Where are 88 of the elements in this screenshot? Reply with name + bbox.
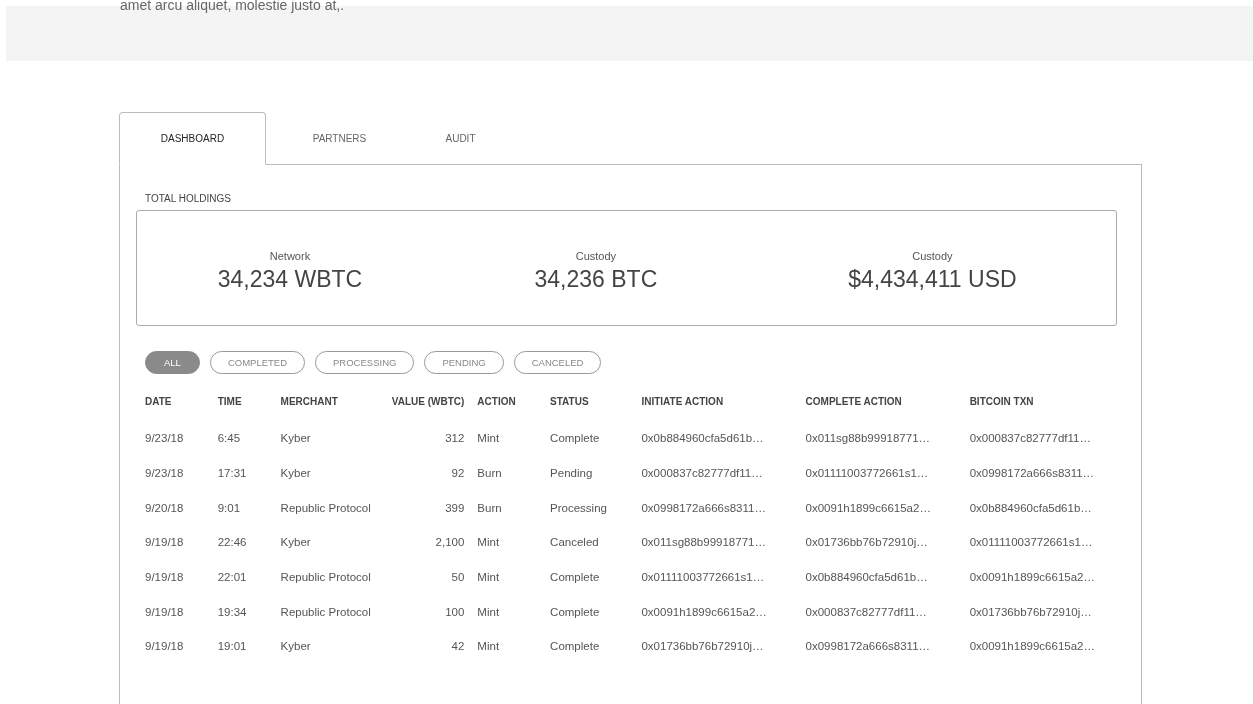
table-cell-text: Canceled [550, 536, 600, 549]
table-cell-text: 0x0b884960cfa5d61b… [641, 432, 765, 445]
table-cell-text: 92 [450, 467, 466, 480]
table-cell-text: 0x000837c82777df11… [641, 467, 764, 480]
table-cell-text: Kyber [280, 467, 312, 480]
table-cell-text: 50 [450, 571, 466, 584]
table-cell-text: 0x011sg88b99918771… [641, 536, 767, 549]
column-header: VALUE (WBTC) [390, 395, 466, 407]
table-cell-text: 22:46 [217, 536, 248, 549]
column-header: INITIATE ACTION [641, 395, 725, 407]
column-header: TIME [217, 395, 243, 407]
table-cell-text: 399 [444, 501, 466, 514]
table-cell-text: 9/23/18 [145, 432, 185, 445]
banner-text: amet arcu aliquet, molestie justo at,. [120, 0, 345, 13]
table-cell-text: 0x01736bb76b72910j… [641, 640, 765, 653]
table-cell-text: 0x01736bb76b72910j… [805, 536, 929, 549]
filter-chip[interactable]: CANCELED [513, 351, 602, 374]
table-cell-text: 0x000837c82777df11… [969, 432, 1092, 445]
table-cell-text: 0x01736bb76b72910j… [969, 605, 1093, 618]
section-title: TOTAL HOLDINGS [145, 193, 232, 204]
table-cell-text: 0x0998172a666s8311… [641, 501, 767, 514]
filter-chip[interactable]: COMPLETED [209, 351, 306, 374]
column-header: STATUS [550, 395, 590, 407]
table-cell-text: 9/23/18 [145, 467, 185, 480]
table-cell-text: 0x0091h1899c6615a2… [969, 571, 1096, 584]
table-cell-text: Kyber [280, 432, 312, 445]
holding-label: Custody [575, 249, 617, 262]
table-cell-text: 9/19/18 [145, 536, 185, 549]
column-header: ACTION [477, 395, 517, 407]
table-cell-text: 9/20/18 [145, 501, 185, 514]
table-cell-text: Republic Protocol [280, 605, 372, 618]
holding-value: 34,236 BTC [534, 265, 658, 293]
table-cell-text: Mint [477, 605, 501, 618]
column-header: COMPLETE ACTION [805, 395, 903, 407]
table-cell-text: 0x0998172a666s8311… [969, 467, 1096, 480]
holding-label: Network [269, 249, 311, 262]
table-cell-text: 0x0b884960cfa5d61b… [805, 571, 929, 584]
table-cell-text: 0x0091h1899c6615a2… [641, 605, 768, 618]
table-cell-text: 42 [450, 640, 466, 653]
table-cell-text: 9/19/18 [145, 605, 185, 618]
table-cell-text: Mint [477, 571, 501, 584]
table-cell-text: 6:45 [217, 432, 242, 445]
filter-chip[interactable]: PROCESSING [315, 351, 415, 374]
table-cell-text: 2,100 [434, 536, 466, 549]
table-cell-text: 312 [444, 432, 466, 445]
column-header: DATE [145, 395, 173, 407]
table-cell-text: 0x0b884960cfa5d61b… [969, 501, 1093, 514]
table-cell-text: 0x0998172a666s8311… [805, 640, 932, 653]
table-cell-text: Mint [477, 640, 501, 653]
table-cell-text: 19:34 [217, 605, 248, 618]
holding-value: 34,234 WBTC [217, 265, 363, 293]
table-cell-text: 0x01111003772661s1… [805, 467, 930, 480]
tab[interactable]: AUDIT [413, 112, 508, 165]
table-cell-text: 0x011sg88b99918771… [805, 432, 932, 445]
table-cell-text: Burn [477, 467, 503, 480]
table-cell-text: 0x01111003772661s1… [969, 536, 1094, 549]
table-cell-text: Complete [550, 640, 601, 653]
table-cell-text: 9/19/18 [145, 640, 185, 653]
table-cell-text: Republic Protocol [280, 501, 372, 514]
tab[interactable]: DASHBOARD [119, 112, 266, 165]
table-cell-text: 0x000837c82777df11… [805, 605, 928, 618]
table-cell-text: 17:31 [217, 467, 248, 480]
table-cell-text: 22:01 [217, 571, 248, 584]
table-cell-text: Pending [550, 467, 594, 480]
table-cell-text: Mint [477, 536, 501, 549]
tab[interactable]: PARTNERS [266, 112, 413, 165]
table-cell-text: 0x0091h1899c6615a2… [805, 501, 932, 514]
table-cell-text: 0x01111003772661s1… [641, 571, 766, 584]
table-cell-text: Processing [550, 501, 608, 514]
column-header: MERCHANT [280, 395, 339, 407]
table-cell-text: Mint [477, 432, 501, 445]
table-cell-text: 100 [444, 605, 466, 618]
table-cell-text: 9:01 [217, 501, 242, 514]
holding-label: Custody [912, 249, 953, 262]
table-cell-text: Kyber [280, 536, 312, 549]
table-cell-text: 9/19/18 [145, 571, 185, 584]
filter-chip[interactable]: ALL [145, 351, 200, 374]
table-cell-text: Republic Protocol [280, 571, 372, 584]
table-cell-text: Burn [477, 501, 503, 514]
table-cell-text: 0x0091h1899c6615a2… [969, 640, 1096, 653]
table-cell-text: Kyber [280, 640, 312, 653]
table-cell-text: 19:01 [217, 640, 248, 653]
filter-chip[interactable]: PENDING [424, 351, 504, 374]
holding-value: $4,434,411 USD [848, 265, 1017, 293]
table-cell-text: Complete [550, 571, 601, 584]
table-cell-text: Complete [550, 432, 601, 445]
column-header: BITCOIN TXN [969, 395, 1035, 407]
table-cell-text: Complete [550, 605, 601, 618]
